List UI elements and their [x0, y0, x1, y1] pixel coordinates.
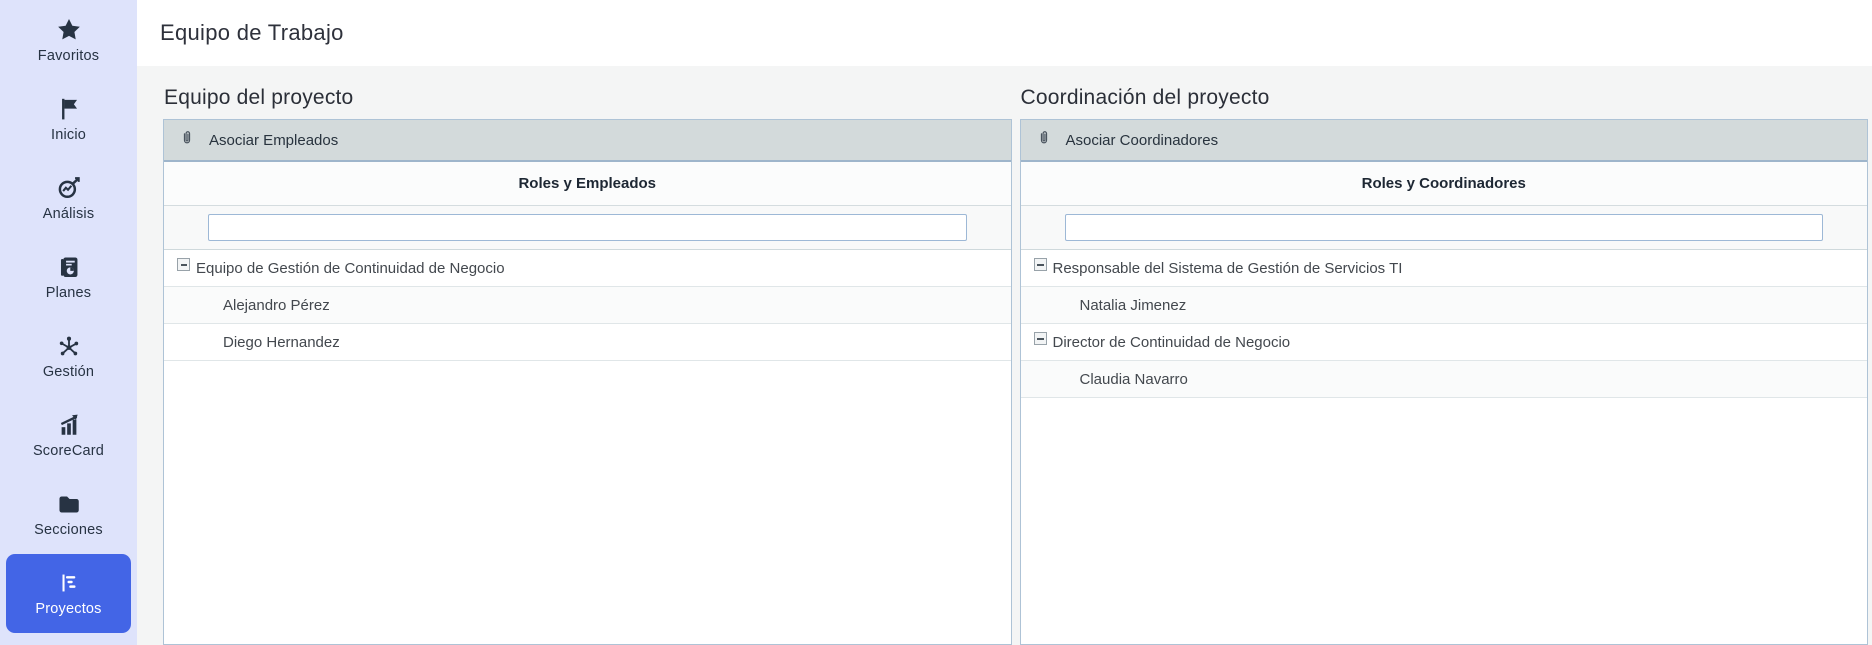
tree-empty-area — [164, 361, 1011, 644]
associate-employees-button[interactable]: Asociar Empleados — [164, 120, 1011, 162]
sidebar-item-planes[interactable]: Planes — [0, 238, 137, 317]
folder-icon — [56, 491, 82, 517]
tree-row[interactable]: Claudia Navarro — [1021, 361, 1868, 398]
coordinators-search-input[interactable] — [1065, 214, 1824, 241]
member-label: Diego Hernandez — [223, 334, 340, 351]
sidebar-item-label: Gestión — [43, 364, 94, 380]
column-header-label: Roles y Empleados — [518, 175, 656, 192]
role-label: Director de Continuidad de Negocio — [1053, 334, 1291, 351]
tree-row[interactable]: Equipo de Gestión de Continuidad de Nego… — [164, 250, 1011, 287]
project-coordination-column: Coordinación del proyecto Asociar Coordi… — [1020, 66, 1869, 645]
sidebar-item-label: ScoreCard — [33, 443, 104, 459]
sidebar-item-label: Proyectos — [35, 601, 101, 617]
sidebar-item-label: Planes — [46, 285, 92, 301]
sidebar-item-inicio[interactable]: Inicio — [0, 80, 137, 159]
member-label: Claudia Navarro — [1080, 371, 1188, 388]
project-coordination-heading: Coordinación del proyecto — [1021, 86, 1869, 110]
sidebar-item-label: Inicio — [51, 127, 86, 143]
column-header-label: Roles y Coordinadores — [1362, 175, 1526, 192]
sidebar: Favoritos Inicio Análisis — [0, 0, 137, 645]
gantt-chart-icon — [56, 570, 82, 596]
roles-employees-column-header: Roles y Empleados — [164, 162, 1011, 206]
toolbar-label: Asociar Empleados — [209, 132, 338, 149]
coordinators-search-row — [1021, 206, 1868, 250]
project-team-column: Equipo del proyecto Asociar Empleados Ro… — [163, 66, 1012, 645]
tree-row[interactable]: Responsable del Sistema de Gestión de Se… — [1021, 250, 1868, 287]
employees-tree: Equipo de Gestión de Continuidad de Nego… — [164, 250, 1011, 644]
star-icon — [56, 17, 82, 43]
flag-icon — [56, 96, 82, 122]
project-team-heading: Equipo del proyecto — [164, 86, 1012, 110]
toolbar-label: Asociar Coordinadores — [1066, 132, 1219, 149]
sidebar-item-analisis[interactable]: Análisis — [0, 159, 137, 238]
employees-search-row — [164, 206, 1011, 250]
collapse-minus-icon[interactable] — [177, 258, 190, 271]
role-label: Equipo de Gestión de Continuidad de Nego… — [196, 260, 505, 277]
page-title: Equipo de Trabajo — [160, 20, 344, 46]
project-coordination-panel: Asociar Coordinadores Roles y Coordinado… — [1020, 119, 1869, 645]
sidebar-item-proyectos[interactable]: Proyectos — [6, 554, 131, 633]
associate-coordinators-button[interactable]: Asociar Coordinadores — [1021, 120, 1868, 162]
bar-chart-icon — [56, 412, 82, 438]
collapse-minus-icon[interactable] — [1034, 258, 1047, 271]
role-label: Responsable del Sistema de Gestión de Se… — [1053, 260, 1403, 277]
network-nodes-icon — [56, 333, 82, 359]
member-label: Alejandro Pérez — [223, 297, 330, 314]
analysis-magnifier-icon — [56, 175, 82, 201]
sidebar-item-label: Análisis — [43, 206, 95, 222]
tree-empty-area — [1021, 398, 1868, 644]
paperclip-icon — [179, 127, 195, 154]
content-area: Equipo del proyecto Asociar Empleados Ro… — [137, 66, 1872, 645]
project-team-panel: Asociar Empleados Roles y Empleados Equi… — [163, 119, 1012, 645]
paperclip-icon — [1036, 127, 1052, 154]
tree-row[interactable]: Alejandro Pérez — [164, 287, 1011, 324]
sidebar-item-secciones[interactable]: Secciones — [0, 475, 137, 554]
sidebar-item-favoritos[interactable]: Favoritos — [0, 1, 137, 80]
coordinators-tree: Responsable del Sistema de Gestión de Se… — [1021, 250, 1868, 644]
tree-row[interactable]: Director de Continuidad de Negocio — [1021, 324, 1868, 361]
roles-coordinators-column-header: Roles y Coordinadores — [1021, 162, 1868, 206]
sidebar-item-label: Favoritos — [38, 48, 99, 64]
collapse-minus-icon[interactable] — [1034, 332, 1047, 345]
tree-row[interactable]: Diego Hernandez — [164, 324, 1011, 361]
page-header: Equipo de Trabajo — [137, 0, 1872, 66]
employees-search-input[interactable] — [208, 214, 967, 241]
report-book-icon — [56, 254, 82, 280]
member-label: Natalia Jimenez — [1080, 297, 1187, 314]
main-area: Equipo de Trabajo Equipo del proyecto As… — [137, 0, 1872, 645]
sidebar-item-label: Secciones — [34, 522, 103, 538]
app-window: Favoritos Inicio Análisis — [0, 0, 1872, 645]
sidebar-item-scorecard[interactable]: ScoreCard — [0, 396, 137, 475]
tree-row[interactable]: Natalia Jimenez — [1021, 287, 1868, 324]
sidebar-item-gestion[interactable]: Gestión — [0, 317, 137, 396]
